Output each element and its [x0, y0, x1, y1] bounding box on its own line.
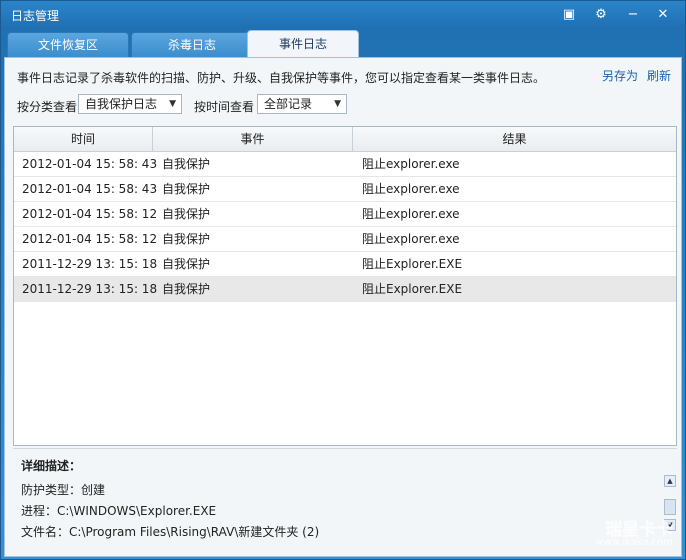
- table-row[interactable]: 2012-01-04 15: 58: 12 自我保护 阻止explorer.ex…: [14, 227, 676, 252]
- time-select[interactable]: 全部记录 ▼: [257, 94, 347, 114]
- chevron-down-icon: ▼: [169, 99, 176, 109]
- cell-result: 阻止explorer.exe: [362, 232, 460, 246]
- cell-result: 阻止Explorer.EXE: [362, 282, 463, 296]
- cell-time: 2012-01-04 15: 58: 12: [22, 232, 158, 246]
- cell-result: 阻止explorer.exe: [362, 157, 460, 171]
- cell-result: 阻止explorer.exe: [362, 207, 460, 221]
- details-process: 进程：C:\WINDOWS\Explorer.EXE: [21, 504, 217, 518]
- column-header-result[interactable]: 结果: [353, 127, 676, 151]
- event-log-panel: 事件日志记录了杀毒软件的扫描、防护、升级、自我保护等事件，您可以指定查看某一类事…: [4, 57, 682, 557]
- category-filter-label: 按分类查看: [17, 100, 78, 114]
- cell-event: 自我保护: [162, 157, 211, 171]
- tab-virus-log[interactable]: 杀毒日志: [131, 32, 253, 58]
- save-as-link[interactable]: 另存为: [602, 67, 638, 84]
- cell-result: 阻止explorer.exe: [362, 182, 460, 196]
- details-filename: 文件名：C:\Program Files\Rising\RAV\新建文件夹 (2…: [21, 525, 320, 539]
- log-manager-window: 日志管理 ▣ ⚙ − ✕ 文件恢复区 杀毒日志 事件日志 事件日志记录了杀毒软件…: [0, 0, 686, 560]
- time-filter-label: 按时间查看: [194, 100, 255, 114]
- cell-time: 2011-12-29 13: 15: 18: [22, 282, 158, 296]
- cell-event: 自我保护: [162, 282, 211, 296]
- table-row[interactable]: 2011-12-29 13: 15: 18 自我保护 阻止Explorer.EX…: [14, 252, 676, 277]
- cell-event: 自我保护: [162, 182, 211, 196]
- cell-event: 自我保护: [162, 257, 211, 271]
- cell-time: 2012-01-04 15: 58: 12: [22, 207, 158, 221]
- title-bar: 日志管理 ▣ ⚙ − ✕: [1, 1, 685, 29]
- tab-file-recovery[interactable]: 文件恢复区: [7, 32, 129, 58]
- minimize-icon[interactable]: −: [623, 5, 643, 25]
- window-title: 日志管理: [11, 9, 60, 23]
- description-text: 事件日志记录了杀毒软件的扫描、防护、升级、自我保护等事件，您可以指定查看某一类事…: [17, 71, 546, 85]
- table-row[interactable]: 2012-01-04 15: 58: 43 自我保护 阻止explorer.ex…: [14, 152, 676, 177]
- cell-time: 2012-01-04 15: 58: 43: [22, 182, 158, 196]
- tab-event-log[interactable]: 事件日志: [247, 30, 359, 58]
- category-select-value: 自我保护日志: [85, 97, 158, 111]
- table-header: 时间 事件 结果: [14, 127, 676, 152]
- cell-event: 自我保护: [162, 207, 211, 221]
- category-select[interactable]: 自我保护日志 ▼: [78, 94, 182, 114]
- details-protection-type: 防护类型：创建: [21, 483, 106, 497]
- details-title: 详细描述：: [21, 459, 82, 473]
- event-table: 时间 事件 结果 2012-01-04 15: 58: 43 自我保护 阻止ex…: [13, 126, 677, 446]
- close-icon[interactable]: ✕: [653, 5, 673, 25]
- cell-result: 阻止Explorer.EXE: [362, 257, 463, 271]
- scroll-up-icon[interactable]: ▲: [664, 475, 676, 487]
- watermark-url: www.ikaka.com: [595, 537, 673, 548]
- tab-bar: 文件恢复区 杀毒日志 事件日志: [5, 29, 685, 58]
- watermark-logo: 瑞星卡卡 www.ikaka.com: [559, 515, 679, 553]
- column-header-event[interactable]: 事件: [153, 127, 353, 151]
- cell-time: 2011-12-29 13: 15: 18: [22, 257, 158, 271]
- chevron-down-icon: ▼: [334, 99, 341, 109]
- scroll-thumb[interactable]: [664, 499, 676, 515]
- time-select-value: 全部记录: [264, 97, 313, 111]
- settings-icon[interactable]: ⚙: [591, 5, 611, 25]
- cell-event: 自我保护: [162, 232, 211, 246]
- menu-icon[interactable]: ▣: [559, 5, 579, 25]
- table-row[interactable]: 2012-01-04 15: 58: 43 自我保护 阻止explorer.ex…: [14, 177, 676, 202]
- column-header-time[interactable]: 时间: [14, 127, 153, 151]
- table-row-selected[interactable]: 2011-12-29 13: 15: 18 自我保护 阻止Explorer.EX…: [14, 277, 676, 302]
- table-row[interactable]: 2012-01-04 15: 58: 12 自我保护 阻止explorer.ex…: [14, 202, 676, 227]
- refresh-link[interactable]: 刷新: [647, 67, 671, 84]
- cell-time: 2012-01-04 15: 58: 43: [22, 157, 158, 171]
